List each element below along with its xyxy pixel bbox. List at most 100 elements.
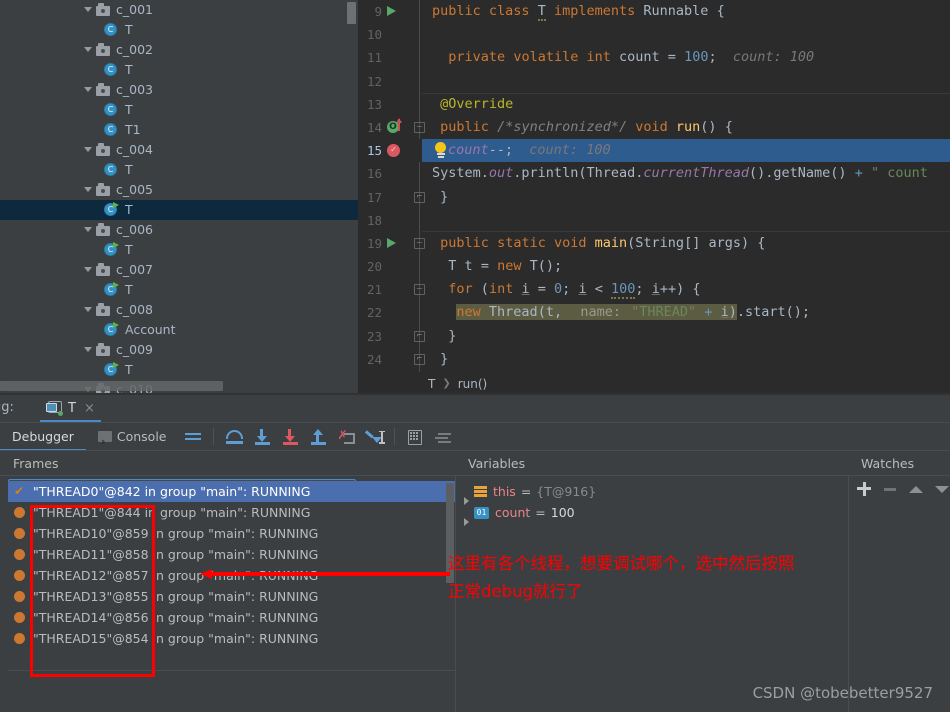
frame-row[interactable]: "THREAD13"@855 in group "main": RUNNING bbox=[8, 586, 456, 607]
code-line-11[interactable]: 11 private volatile int count = 100; cou… bbox=[358, 46, 950, 69]
drop-frame-icon[interactable]: ✗ bbox=[333, 424, 359, 450]
code-line-20[interactable]: 20 T t = new T(); bbox=[358, 255, 950, 278]
move-up-icon[interactable] bbox=[908, 481, 924, 497]
breadcrumb-class[interactable]: T bbox=[428, 377, 435, 391]
variable-row-count[interactable]: 01 count = 100 bbox=[455, 502, 848, 526]
breadcrumb[interactable]: T ❯ run() bbox=[358, 372, 950, 395]
debug-session-tab[interactable]: T × bbox=[40, 397, 101, 422]
code-line-17[interactable]: 17 ⌐ } bbox=[358, 186, 950, 209]
step-over-icon[interactable] bbox=[221, 424, 247, 450]
chevron-down-icon[interactable] bbox=[82, 80, 95, 100]
code-line-14[interactable]: 14 – public /*synchronized*/ void run() … bbox=[358, 116, 950, 139]
project-tree-panel[interactable]: c_001 Tc_002 Tc_003 T T1 c_004 Tc_005 Tc_006 Tc_… bbox=[0, 0, 358, 395]
tree-class-T[interactable]: T bbox=[0, 360, 358, 380]
code-line-16[interactable]: 16 System.out.println(Thread.currentThre… bbox=[358, 162, 950, 185]
run-main-gutter-icon[interactable] bbox=[387, 236, 402, 251]
annotation-line-2: 正常debug就行了 bbox=[448, 582, 583, 601]
code-line-15[interactable]: 15 count--; count: 100 bbox=[358, 139, 950, 163]
breadcrumb-method[interactable]: run() bbox=[458, 377, 488, 391]
mute-breakpoints-icon[interactable] bbox=[180, 424, 206, 450]
tree-folder-c_006[interactable]: c_006 bbox=[0, 220, 358, 240]
tree-class-T[interactable]: T bbox=[0, 200, 358, 220]
step-out-icon[interactable] bbox=[305, 424, 331, 450]
force-step-into-icon[interactable] bbox=[277, 424, 303, 450]
code-line-23[interactable]: 23 ⌐ } bbox=[358, 325, 950, 348]
fold-toggle-24[interactable]: ⌐ bbox=[414, 353, 425, 365]
frame-label: "THREAD14"@856 in group "main": RUNNING bbox=[33, 610, 319, 625]
run-gutter-icon[interactable] bbox=[387, 4, 402, 19]
tree-class-T[interactable]: T bbox=[0, 60, 358, 80]
code-line-24[interactable]: 24 ⌐ } bbox=[358, 348, 950, 371]
frame-row[interactable]: "THREAD11"@858 in group "main": RUNNING bbox=[8, 544, 456, 565]
code-line-24-text: } bbox=[440, 350, 449, 367]
fold-toggle-17[interactable]: ⌐ bbox=[414, 191, 425, 203]
tree-item-label: c_005 bbox=[116, 182, 153, 197]
breakpoint-icon[interactable] bbox=[387, 143, 402, 158]
chevron-down-icon[interactable] bbox=[82, 40, 95, 60]
tree-class-T1[interactable]: T1 bbox=[0, 120, 358, 140]
evaluate-expression-icon[interactable] bbox=[402, 424, 428, 450]
code-line-9[interactable]: 9 public class T implements Runnable { bbox=[358, 0, 950, 23]
line-number-12: 12 bbox=[366, 73, 382, 89]
tree-folder-c_009[interactable]: c_009 bbox=[0, 340, 358, 360]
intention-bulb-icon[interactable] bbox=[434, 142, 447, 159]
debug-toolbar[interactable]: Debugger Console ✗ bbox=[0, 422, 950, 456]
frame-row[interactable]: "THREAD14"@856 in group "main": RUNNING bbox=[8, 607, 456, 628]
remove-watch-icon[interactable] bbox=[882, 481, 898, 497]
tree-class-T[interactable]: T bbox=[0, 160, 358, 180]
frame-row[interactable]: "THREAD10"@859 in group "main": RUNNING bbox=[8, 523, 456, 544]
watches-toolbar[interactable] bbox=[848, 476, 950, 502]
code-line-19[interactable]: 19 – public static void main(String[] ar… bbox=[358, 232, 950, 255]
code-line-21[interactable]: 21 – for (int i = 0; i < 100; i++) { bbox=[358, 278, 950, 301]
fold-toggle-23[interactable]: ⌐ bbox=[414, 330, 425, 342]
layout-settings-icon[interactable] bbox=[430, 424, 456, 450]
tree-folder-c_008[interactable]: c_008 bbox=[0, 300, 358, 320]
code-editor[interactable]: 9 public class T implements Runnable { 1… bbox=[358, 0, 950, 395]
project-tree-vertical-scrollbar[interactable] bbox=[347, 2, 356, 24]
frame-row[interactable]: ✔ "THREAD0"@842 in group "main": RUNNING bbox=[8, 481, 456, 502]
chevron-down-icon[interactable] bbox=[82, 300, 95, 320]
chevron-down-icon[interactable] bbox=[82, 140, 95, 160]
tree-folder-c_003[interactable]: c_003 bbox=[0, 80, 358, 100]
folder-icon bbox=[95, 82, 111, 98]
code-line-22[interactable]: 22 new Thread(t, name: "THREAD" + i).sta… bbox=[358, 301, 950, 324]
fold-toggle-19[interactable]: – bbox=[414, 237, 425, 249]
frame-row[interactable]: "THREAD15"@854 in group "main": RUNNING bbox=[8, 628, 456, 649]
run-to-cursor-icon[interactable] bbox=[361, 424, 387, 450]
close-icon[interactable]: × bbox=[84, 401, 95, 416]
tab-debugger[interactable]: Debugger bbox=[0, 423, 86, 451]
tree-class-T[interactable]: T bbox=[0, 240, 358, 260]
tree-folder-c_005[interactable]: c_005 bbox=[0, 180, 358, 200]
tab-console[interactable]: Console bbox=[86, 423, 179, 456]
chevron-down-icon[interactable] bbox=[82, 220, 95, 240]
tree-folder-c_004[interactable]: c_004 bbox=[0, 140, 358, 160]
tree-folder-c_001[interactable]: c_001 bbox=[0, 0, 358, 20]
runnable-class-icon bbox=[103, 322, 119, 338]
chevron-down-icon[interactable] bbox=[82, 340, 95, 360]
variables-list[interactable]: this = {T@916} 01 count = 100 bbox=[455, 476, 848, 526]
code-area[interactable]: 9 public class T implements Runnable { 1… bbox=[358, 0, 950, 372]
chevron-down-icon[interactable] bbox=[82, 0, 95, 20]
add-watch-icon[interactable] bbox=[856, 481, 872, 497]
code-line-10[interactable]: 10 bbox=[358, 23, 950, 46]
code-line-12[interactable]: 12 bbox=[358, 70, 950, 93]
frame-row[interactable]: "THREAD1"@844 in group "main": RUNNING bbox=[8, 502, 456, 523]
project-tree-horizontal-scrollbar[interactable] bbox=[0, 381, 223, 391]
tree-folder-c_007[interactable]: c_007 bbox=[0, 260, 358, 280]
tree-folder-c_002[interactable]: c_002 bbox=[0, 40, 358, 60]
code-line-18[interactable]: 18 bbox=[358, 209, 950, 232]
tree-class-T[interactable]: T bbox=[0, 280, 358, 300]
tree-class-T[interactable]: T bbox=[0, 100, 358, 120]
move-down-icon[interactable] bbox=[934, 481, 950, 497]
chevron-down-icon[interactable] bbox=[82, 180, 95, 200]
fold-toggle-14[interactable]: – bbox=[414, 121, 425, 133]
override-gutter-icon[interactable] bbox=[387, 117, 402, 135]
fold-toggle-21[interactable]: – bbox=[414, 284, 425, 296]
tree-class-T[interactable]: T bbox=[0, 20, 358, 40]
step-into-icon[interactable] bbox=[249, 424, 275, 450]
chevron-down-icon[interactable] bbox=[82, 260, 95, 280]
code-line-13[interactable]: 13 @Override bbox=[358, 93, 950, 116]
tree-class-Account[interactable]: Account bbox=[0, 320, 358, 340]
variable-row-this[interactable]: this = {T@916} bbox=[455, 481, 848, 505]
thread-status-dot-icon bbox=[14, 570, 25, 581]
